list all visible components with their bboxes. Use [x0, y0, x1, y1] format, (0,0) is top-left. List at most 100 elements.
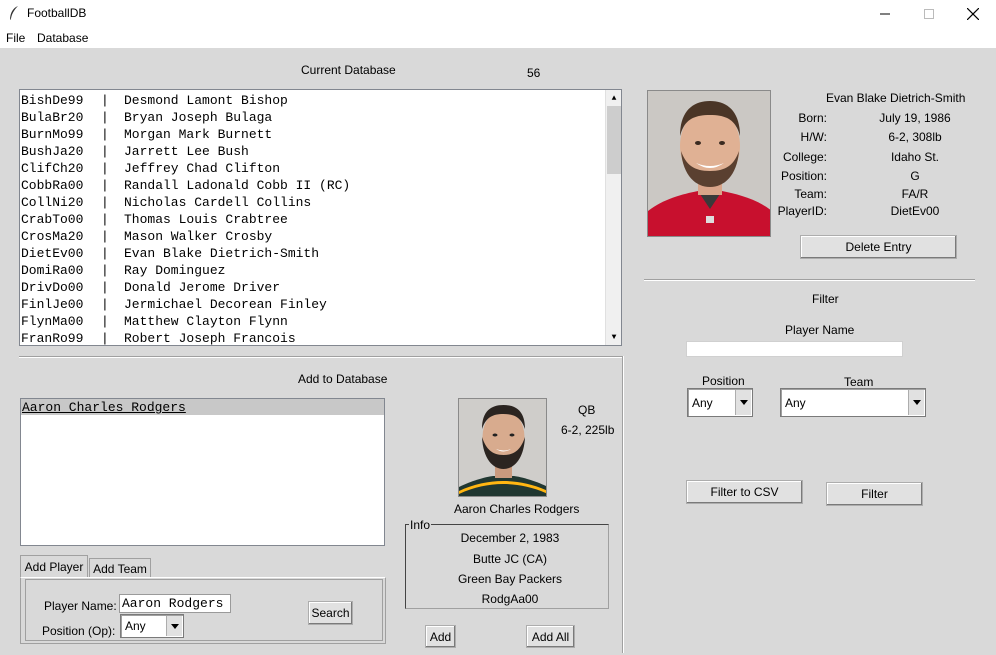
menu-database[interactable]: Database	[37, 31, 88, 45]
player-headshot-image	[648, 91, 770, 236]
add-button[interactable]: Add	[425, 625, 456, 648]
separator-vertical	[622, 356, 624, 653]
search-results-list[interactable]: Aaron Charles Rodgers	[20, 398, 385, 546]
player-field-label: Team:	[794, 187, 827, 201]
database-row-id: BushJa20	[21, 144, 84, 159]
database-row-id: FinlJe00	[21, 297, 84, 312]
separator-left	[19, 356, 624, 358]
tab-add-player[interactable]: Add Player	[20, 555, 88, 578]
maximize-icon	[924, 9, 934, 19]
database-row[interactable]: DrivDo00 | Donald Jerome Driver	[20, 279, 605, 296]
add-position-select[interactable]: Any	[120, 614, 184, 638]
minimize-button[interactable]	[862, 0, 908, 28]
database-row-name: Ray Dominguez	[124, 263, 226, 278]
filter-to-csv-button[interactable]: Filter to CSV	[686, 480, 803, 504]
filter-heading: Filter	[812, 292, 839, 306]
filter-button[interactable]: Filter	[826, 482, 923, 506]
player-field-label: Born:	[798, 111, 827, 125]
player-field-value: FA/R	[901, 187, 929, 201]
database-row[interactable]: CrosMa20 | Mason Walker Crosby	[20, 228, 605, 245]
preview-headshot-image	[459, 399, 546, 496]
database-row[interactable]: BurnMo99 | Morgan Mark Burnett	[20, 126, 605, 143]
add-player-name-input[interactable]: Aaron Rodgers	[119, 594, 231, 613]
database-row-separator: |	[101, 161, 109, 176]
database-row-id: ClifCh20	[21, 161, 84, 176]
filter-position-select[interactable]: Any	[687, 388, 753, 417]
database-row[interactable]: DietEv00 | Evan Blake Dietrich-Smith	[20, 245, 605, 262]
database-row-separator: |	[101, 144, 109, 159]
player-field-label: PlayerID:	[777, 204, 827, 218]
add-all-button[interactable]: Add All	[526, 625, 575, 648]
database-row-separator: |	[101, 246, 109, 261]
close-button[interactable]	[950, 0, 996, 28]
search-result-row[interactable]: Aaron Charles Rodgers	[21, 399, 384, 415]
player-field-label: Position:	[780, 169, 827, 183]
database-row[interactable]: FranRo99 | Robert Joseph Francois	[20, 330, 605, 346]
database-row-id: CollNi20	[21, 195, 84, 210]
scroll-down-icon[interactable]: ▼	[606, 329, 621, 345]
database-row-separator: |	[101, 93, 109, 108]
database-row-separator: |	[101, 331, 109, 346]
database-row[interactable]: CollNi20 | Nicholas Cardell Collins	[20, 194, 605, 211]
database-row-name: Robert Joseph Francois	[124, 331, 296, 346]
menu-bar: File Database	[0, 28, 996, 48]
database-row-id: FranRo99	[21, 331, 84, 346]
filter-team-select[interactable]: Any	[780, 388, 926, 417]
database-row-id: DomiRa00	[21, 263, 84, 278]
current-database-list[interactable]: BishDe99 | Desmond Lamont Bishop BulaBr20 | B…	[19, 89, 622, 346]
menu-file[interactable]: File	[6, 31, 25, 45]
database-row-name: Jermichael Decorean Finley	[124, 297, 327, 312]
database-row[interactable]: BishDe99 | Desmond Lamont Bishop	[20, 92, 605, 109]
database-row-separator: |	[101, 229, 109, 244]
chevron-down-icon[interactable]	[166, 616, 182, 636]
database-row-id: DietEv00	[21, 246, 84, 261]
info-line: December 2, 1983	[460, 531, 560, 545]
tab-add-team[interactable]: Add Team	[89, 558, 151, 578]
database-row-name: Thomas Louis Crabtree	[124, 212, 288, 227]
database-row[interactable]: BushJa20 | Jarrett Lee Bush	[20, 143, 605, 160]
title-bar: FootballDB	[0, 0, 996, 28]
database-scrollbar[interactable]: ▲ ▼	[605, 90, 621, 345]
maximize-button[interactable]	[906, 0, 952, 28]
player-field-label: College:	[782, 150, 827, 164]
filter-player-name-label: Player Name	[785, 323, 855, 337]
info-group-label: Info	[409, 518, 432, 532]
database-row-separator: |	[101, 314, 109, 329]
database-row-id: FlynMa00	[21, 314, 84, 329]
database-row-name: Jarrett Lee Bush	[124, 144, 249, 159]
preview-player-photo	[458, 398, 547, 497]
filter-player-name-input[interactable]	[686, 341, 903, 357]
window-title: FootballDB	[27, 6, 87, 20]
database-row[interactable]: DomiRa00 | Ray Dominguez	[20, 262, 605, 279]
database-row-name: Evan Blake Dietrich-Smith	[124, 246, 320, 261]
database-row[interactable]: FinlJe00 | Jermichael Decorean Finley	[20, 296, 605, 313]
database-row[interactable]: CrabTo00 | Thomas Louis Crabtree	[20, 211, 605, 228]
database-row[interactable]: CobbRa00 | Randall Ladonald Cobb II (RC)	[20, 177, 605, 194]
database-row[interactable]: BulaBr20 | Bryan Joseph Bulaga	[20, 109, 605, 126]
preview-height-weight: 6-2, 225lb	[561, 423, 615, 437]
database-row[interactable]: ClifCh20 | Jeffrey Chad Clifton	[20, 160, 605, 177]
player-field-value: G	[910, 169, 920, 183]
database-row-name: Morgan Mark Burnett	[124, 127, 273, 142]
database-row-id: BurnMo99	[21, 127, 84, 142]
database-row[interactable]: FlynMa00 | Matthew Clayton Flynn	[20, 313, 605, 330]
chevron-down-icon[interactable]	[735, 390, 751, 415]
database-row-separator: |	[101, 212, 109, 227]
minimize-icon	[880, 13, 890, 15]
add-position-value: Any	[125, 619, 146, 633]
chevron-down-icon[interactable]	[908, 390, 924, 415]
database-row-id: DrivDo00	[21, 280, 84, 295]
database-row-name: Desmond Lamont Bishop	[124, 93, 288, 108]
search-button[interactable]: Search	[308, 601, 353, 625]
scroll-up-icon[interactable]: ▲	[606, 90, 621, 106]
info-line: Butte JC (CA)	[472, 552, 547, 566]
database-row-id: CobbRa00	[21, 178, 84, 193]
database-row-name: Nicholas Cardell Collins	[124, 195, 312, 210]
scroll-thumb[interactable]	[607, 106, 621, 174]
filter-team-value: Any	[785, 395, 806, 410]
delete-entry-button[interactable]: Delete Entry	[800, 235, 957, 259]
database-row-name: Randall Ladonald Cobb II (RC)	[124, 178, 351, 193]
player-field-value: July 19, 1986	[879, 111, 951, 125]
database-row-separator: |	[101, 297, 109, 312]
database-row-id: CrosMa20	[21, 229, 84, 244]
